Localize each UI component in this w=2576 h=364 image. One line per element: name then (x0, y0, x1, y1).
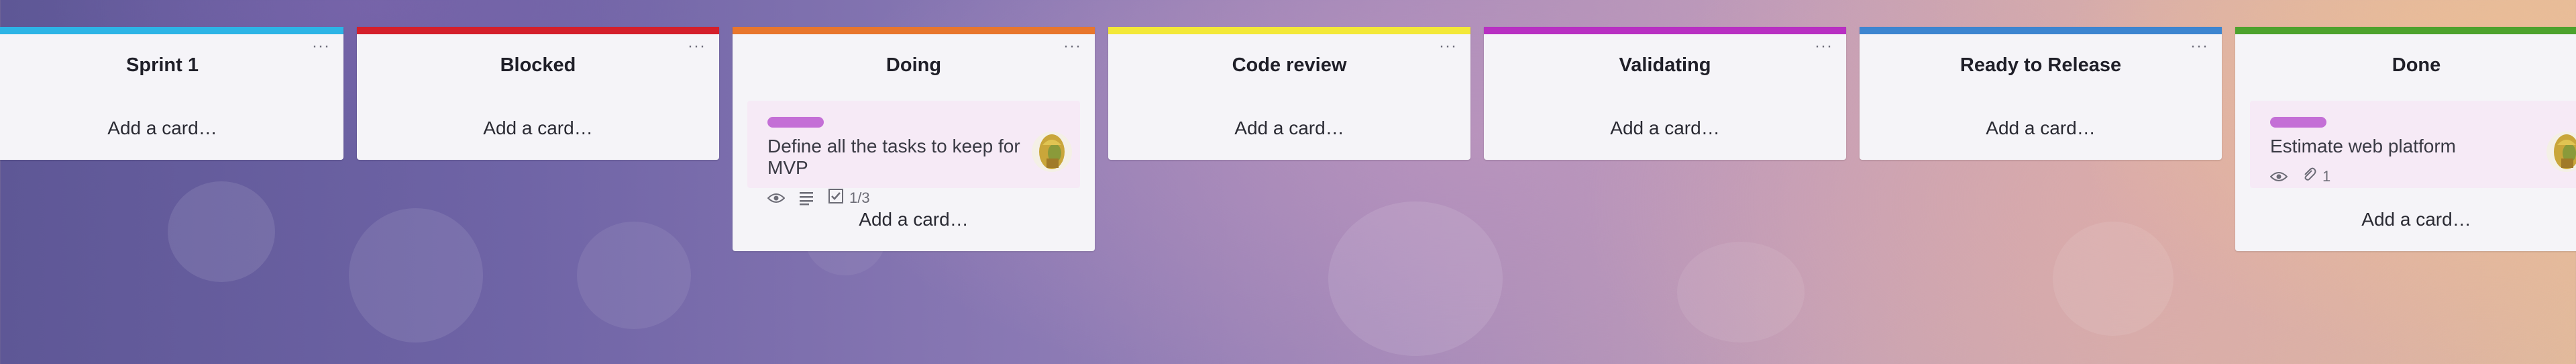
card[interactable]: Estimate web platform 1 (2250, 101, 2576, 188)
background-bokeh (2053, 222, 2174, 336)
list-menu-button[interactable]: ··· (1063, 38, 1081, 54)
card[interactable]: Define all the tasks to keep for MVP 1/3 (747, 101, 1080, 206)
list-blocked: ··· Blocked Add a card… (357, 27, 719, 160)
card-title: Define all the tasks to keep for MVP (767, 136, 1020, 178)
list-title[interactable]: Sprint 1 (0, 34, 343, 97)
list-menu-button[interactable]: ··· (2190, 38, 2208, 54)
checklist-count: 1/3 (849, 189, 870, 206)
background-bokeh (1328, 201, 1503, 356)
description-icon (798, 191, 814, 206)
list-title[interactable]: Doing (733, 34, 1095, 97)
list-ready-to-release: ··· Ready to Release Add a card… (1860, 27, 2222, 160)
list-color-stripe (1108, 27, 1470, 34)
eye-icon (2270, 171, 2288, 183)
background-bokeh (577, 222, 691, 329)
paperclip-icon (2301, 167, 2317, 187)
list-color-stripe (357, 27, 719, 34)
list-menu-button[interactable]: ··· (1815, 38, 1833, 54)
list-title[interactable]: Blocked (357, 34, 719, 97)
member-avatar[interactable] (2546, 132, 2576, 172)
list-color-stripe (733, 27, 1095, 34)
list-code-review: ··· Code review Add a card… (1108, 27, 1470, 160)
add-card-button[interactable]: Add a card… (2235, 188, 2576, 251)
card-label (767, 117, 824, 128)
checklist-icon (828, 188, 844, 208)
add-card-button[interactable]: Add a card… (1484, 97, 1846, 160)
add-card-button[interactable]: Add a card… (357, 97, 719, 160)
add-card-button[interactable]: Add a card… (1108, 97, 1470, 160)
add-card-button[interactable]: Add a card… (1860, 97, 2222, 160)
attachment-count: 1 (2322, 168, 2331, 185)
list-color-stripe (1484, 27, 1846, 34)
card-badges: 1 (2270, 167, 2563, 187)
list-validating: ··· Validating Add a card… (1484, 27, 1846, 160)
list-sprint-1: ··· Sprint 1 Add a card… (0, 27, 343, 160)
list-doing: ··· Doing Define all the tasks to keep f… (733, 27, 1095, 251)
attachment-badge: 1 (2301, 167, 2330, 187)
list-menu-button[interactable]: ··· (312, 38, 330, 54)
list-color-stripe (1860, 27, 2222, 34)
background-bokeh (1677, 242, 1805, 343)
list-title[interactable]: Validating (1484, 34, 1846, 97)
member-avatar[interactable] (1032, 132, 1072, 172)
list-color-stripe (0, 27, 343, 34)
card-title: Estimate web platform (2270, 136, 2456, 156)
eye-icon (767, 192, 785, 204)
card-badges: 1/3 (767, 188, 1060, 208)
background-bokeh (168, 181, 275, 282)
list-menu-button[interactable]: ··· (688, 38, 706, 54)
list-title[interactable]: Done (2235, 34, 2576, 97)
list-title[interactable]: Code review (1108, 34, 1470, 97)
list-done: Done Estimate web platform 1 Add a card… (2235, 27, 2576, 251)
list-color-stripe (2235, 27, 2576, 34)
add-card-button[interactable]: Add a card… (0, 97, 343, 160)
card-label (2270, 117, 2326, 128)
background-bokeh (349, 208, 483, 343)
checklist-badge: 1/3 (828, 188, 870, 208)
list-menu-button[interactable]: ··· (1439, 38, 1457, 54)
list-title[interactable]: Ready to Release (1860, 34, 2222, 97)
